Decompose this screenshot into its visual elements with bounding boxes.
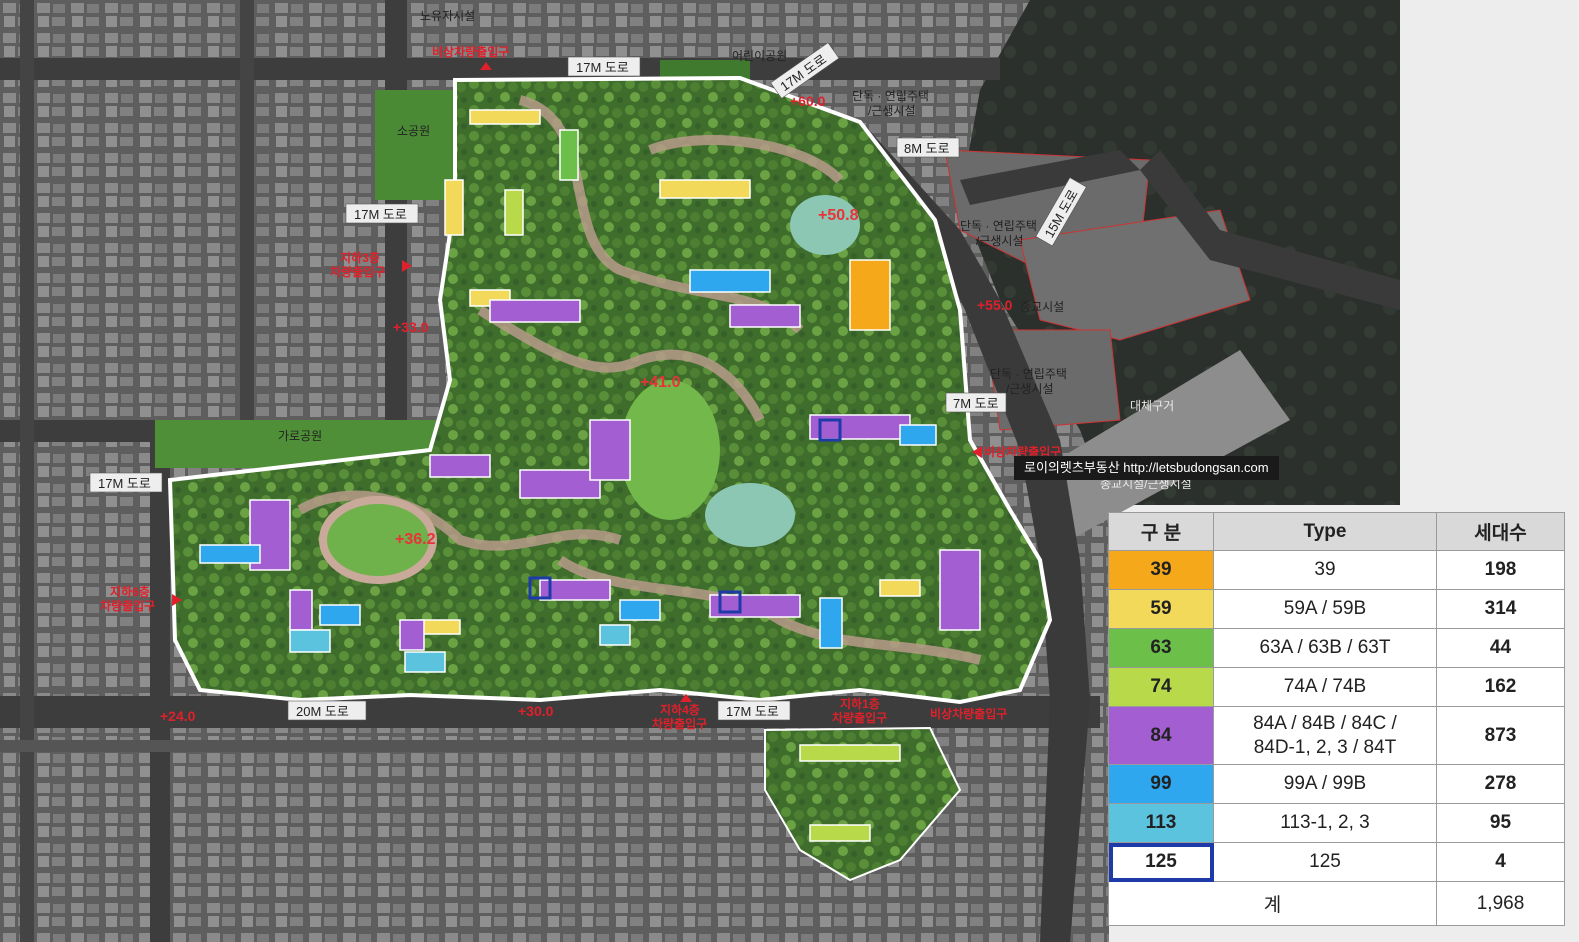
type-code-cell: 125: [1108, 842, 1214, 883]
elevation-60: +60.0: [790, 93, 826, 109]
entrance-b1-line2: 차량출입구: [832, 710, 887, 725]
table-row: 74 74A / 74B 162: [1108, 667, 1565, 708]
unit-type-table: 구 분 Type 세대수 39 39 198 59 59A / 59B 314 …: [1108, 512, 1565, 926]
label-small-park: 소공원: [397, 124, 430, 138]
road-label-top-17m: 17M 도로: [576, 60, 629, 75]
label-housing-1: 단독 · 연립주택: [852, 89, 929, 103]
label-religious: 종교시설: [1020, 300, 1064, 314]
household-count-cell: 198: [1436, 549, 1565, 591]
household-count-cell: 314: [1436, 589, 1565, 630]
type-name-cell: 74A / 74B: [1213, 667, 1437, 708]
type-code-cell: 59: [1108, 589, 1214, 630]
household-count-cell: 873: [1436, 706, 1565, 766]
table-header-row: 구 분 Type 세대수: [1108, 512, 1565, 551]
label-noyuja: 노유자시설: [420, 9, 475, 23]
entrance-b4-line1: 지하4층: [660, 702, 700, 717]
label-replacement: 대체구거: [1130, 399, 1174, 413]
type-code-cell: 84: [1108, 706, 1214, 766]
elevation-36-2: +36.2: [395, 531, 436, 548]
entrance-emergency-bottom: 비상차량출입구: [930, 706, 1007, 721]
table-row: 125 125 4: [1108, 842, 1565, 883]
household-count-cell: 44: [1436, 628, 1565, 669]
table-row: 84 84A / 84B / 84C / 84D-1, 2, 3 / 84T 8…: [1108, 706, 1565, 766]
watermark: 로이의렛츠부동산 http://letsbudongsan.com: [1014, 456, 1279, 480]
type-code-cell: 74: [1108, 667, 1214, 708]
elevation-55: +55.0: [977, 297, 1013, 313]
table-row: 39 39 198: [1108, 549, 1565, 591]
table-row: 99 99A / 99B 278: [1108, 764, 1565, 805]
road-label-east-7m: 7M 도로: [953, 396, 999, 411]
road-label-south-20m: 20M 도로: [296, 704, 349, 719]
pond-north: [790, 195, 860, 255]
label-housing-3: 단독 · 연립주택: [990, 367, 1067, 381]
elevation-30: +30.0: [518, 703, 554, 719]
label-housing-3-sub: /근생시설: [1006, 382, 1054, 396]
household-count-cell: 162: [1436, 667, 1565, 708]
household-count-cell: 4: [1436, 842, 1565, 883]
label-children-park: 어린이공원: [732, 49, 787, 63]
type-name-cell: 99A / 99B: [1213, 764, 1437, 805]
type-name-cell: 84A / 84B / 84C / 84D-1, 2, 3 / 84T: [1213, 706, 1437, 766]
elevation-41: +41.0: [640, 374, 681, 391]
buildings-type-39: [849, 259, 891, 331]
type-code-cell: 99: [1108, 764, 1214, 805]
type-code-cell: 39: [1108, 549, 1214, 591]
type-name-cell: 125: [1213, 842, 1437, 883]
entrance-b6-line2: 차량출입구: [100, 598, 155, 613]
table-row: 63 63A / 63B / 63T 44: [1108, 628, 1565, 669]
water-feature: [705, 483, 795, 547]
road-label-left-17m-lower: 17M 도로: [98, 476, 151, 491]
header-category: 구 분: [1108, 512, 1214, 551]
type-name-cell: 63A / 63B / 63T: [1213, 628, 1437, 669]
road-label-east-8m: 8M 도로: [904, 141, 950, 156]
label-housing-2: 단독 · 연립주택: [960, 219, 1037, 233]
label-housing-1-sub: /근생시설: [868, 104, 916, 118]
entrance-b4-line2: 차량출입구: [652, 716, 707, 731]
table-total-row: 계 1,968: [1108, 881, 1565, 926]
total-label-cell: 계: [1108, 881, 1437, 926]
elevation-33: +33.0: [393, 319, 429, 335]
elevation-24: +24.0: [160, 708, 196, 724]
header-type: Type: [1213, 512, 1437, 551]
entrance-emergency-top: 비상차량출입구: [432, 44, 509, 59]
entrance-b6-line1: 지하6층: [110, 584, 150, 599]
label-housing-2-sub: /근생시설: [976, 234, 1024, 248]
header-households: 세대수: [1436, 512, 1565, 551]
total-count-cell: 1,968: [1436, 881, 1565, 926]
label-street-park: 가로공원: [278, 429, 322, 443]
entrance-b1-line1: 지하1층: [840, 696, 880, 711]
elevation-50-8: +50.8: [818, 207, 859, 224]
type-code-cell: 63: [1108, 628, 1214, 669]
entrance-b3-line2: 차량출입구: [330, 264, 385, 279]
type-name-cell: 113-1, 2, 3: [1213, 803, 1437, 844]
entrance-b3-line1: 지하3층: [340, 250, 380, 265]
central-lawn: [620, 380, 720, 520]
household-count-cell: 95: [1436, 803, 1565, 844]
table-row: 113 113-1, 2, 3 95: [1108, 803, 1565, 844]
small-park: [375, 90, 455, 200]
type-code-cell: 113: [1108, 803, 1214, 844]
table-row: 59 59A / 59B 314: [1108, 589, 1565, 630]
type-name-cell: 39: [1213, 549, 1437, 591]
road-label-south-17m: 17M 도로: [726, 704, 779, 719]
household-count-cell: 278: [1436, 764, 1565, 805]
road-label-left-17m-upper: 17M 도로: [354, 207, 407, 222]
type-name-cell: 59A / 59B: [1213, 589, 1437, 630]
